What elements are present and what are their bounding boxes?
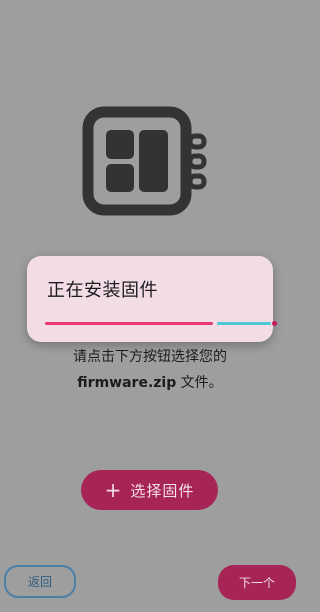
firmware-install-screen: 请点击下方按钮选择您的 firmware.zip 文件。 正在安装固件 + 选择… [0, 0, 300, 612]
dialog-title: 正在安装固件 [47, 280, 158, 301]
progress-remaining [217, 322, 271, 325]
instruction-line-2: firmware.zip 文件。 [0, 370, 300, 396]
plus-icon: + [104, 478, 123, 502]
progress-end-dot [272, 321, 277, 326]
next-button[interactable]: 下一个 [218, 565, 296, 600]
firmware-filename: firmware.zip [77, 375, 177, 391]
back-button[interactable]: 返回 [4, 565, 76, 598]
next-button-label: 下一个 [238, 576, 275, 590]
back-button-label: 返回 [27, 575, 52, 589]
instruction-line-1: 请点击下方按钮选择您的 [73, 349, 227, 365]
select-firmware-button[interactable]: + 选择固件 [81, 470, 218, 510]
install-progress-dialog: 正在安装固件 [27, 256, 277, 342]
install-progress-bar [45, 321, 279, 326]
progress-fill [45, 322, 213, 325]
select-firmware-label: 选择固件 [130, 481, 195, 500]
instruction-suffix: 文件。 [176, 375, 223, 391]
chip-icon [82, 106, 207, 216]
